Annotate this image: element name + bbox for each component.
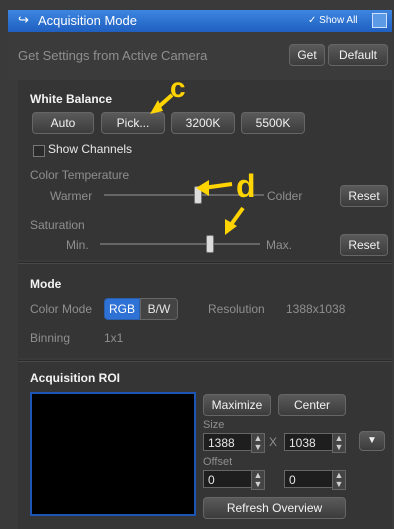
show-channels-checkbox[interactable]: [33, 145, 45, 157]
mode-heading: Mode: [30, 277, 62, 291]
collapse-arrow-icon[interactable]: ↪: [18, 12, 29, 28]
max-label: Max.: [266, 238, 293, 252]
get-button[interactable]: Get: [289, 44, 325, 66]
colder-label: Colder: [267, 189, 303, 203]
binning-value: 1x1: [104, 331, 124, 345]
refresh-overview-button[interactable]: Refresh Overview: [203, 497, 346, 519]
offset-y-spinner[interactable]: ▲ ▼: [332, 470, 346, 490]
saturation-slider-thumb[interactable]: [205, 235, 214, 253]
color-mode-segmented: RGB B/W: [104, 298, 178, 320]
size-label: Size: [203, 419, 225, 431]
get-settings-label: Get Settings from Active Camera: [18, 48, 208, 63]
offset-x-spinner[interactable]: ▲ ▼: [251, 470, 265, 490]
resolution-value: 1388x1038: [286, 302, 346, 316]
panel-titlebar: ↪ Acquisition Mode ✓ Show All: [8, 10, 392, 33]
pick-button[interactable]: Pick...: [101, 112, 165, 134]
roi-preview[interactable]: [30, 392, 196, 516]
auto-button[interactable]: Auto: [32, 112, 94, 134]
saturation-label: Saturation: [30, 218, 85, 232]
rgb-mode-button[interactable]: RGB: [104, 298, 140, 320]
panel-title: Acquisition Mode: [38, 13, 137, 28]
binning-label: Binning: [30, 331, 71, 345]
size-width-spinner[interactable]: ▲ ▼: [251, 433, 265, 453]
acquisition-roi-heading: Acquisition ROI: [30, 371, 120, 385]
5500k-button[interactable]: 5500K: [241, 112, 305, 134]
chevron-down-icon: ▼: [367, 435, 377, 446]
bw-mode-button[interactable]: B/W: [140, 298, 178, 320]
annotation-d: d: [236, 168, 256, 204]
min-label: Min.: [66, 238, 89, 252]
size-x-label: X: [269, 435, 278, 449]
color-temperature-reset-button[interactable]: Reset: [340, 185, 388, 207]
maximize-button[interactable]: Maximize: [203, 394, 271, 416]
annotation-c: c: [170, 72, 186, 103]
show-channels-label: Show Channels: [48, 142, 133, 156]
saturation-reset-button[interactable]: Reset: [340, 234, 388, 256]
color-temperature-slider-thumb[interactable]: [193, 186, 202, 204]
edit-icon[interactable]: [372, 13, 387, 28]
warmer-label: Warmer: [50, 189, 93, 203]
center-button[interactable]: Center: [278, 394, 346, 416]
show-all-toggle[interactable]: ✓ Show All: [308, 15, 358, 26]
resolution-label: Resolution: [208, 302, 265, 316]
color-temperature-label: Color Temperature: [30, 168, 130, 182]
size-preset-dropdown[interactable]: ▼: [359, 431, 385, 451]
default-button[interactable]: Default: [328, 44, 388, 66]
size-height-spinner[interactable]: ▲ ▼: [332, 433, 346, 453]
offset-label: Offset: [203, 456, 233, 468]
saturation-track: [100, 243, 260, 245]
white-balance-heading: White Balance: [30, 92, 113, 106]
3200k-button[interactable]: 3200K: [171, 112, 235, 134]
color-mode-label: Color Mode: [30, 302, 93, 316]
